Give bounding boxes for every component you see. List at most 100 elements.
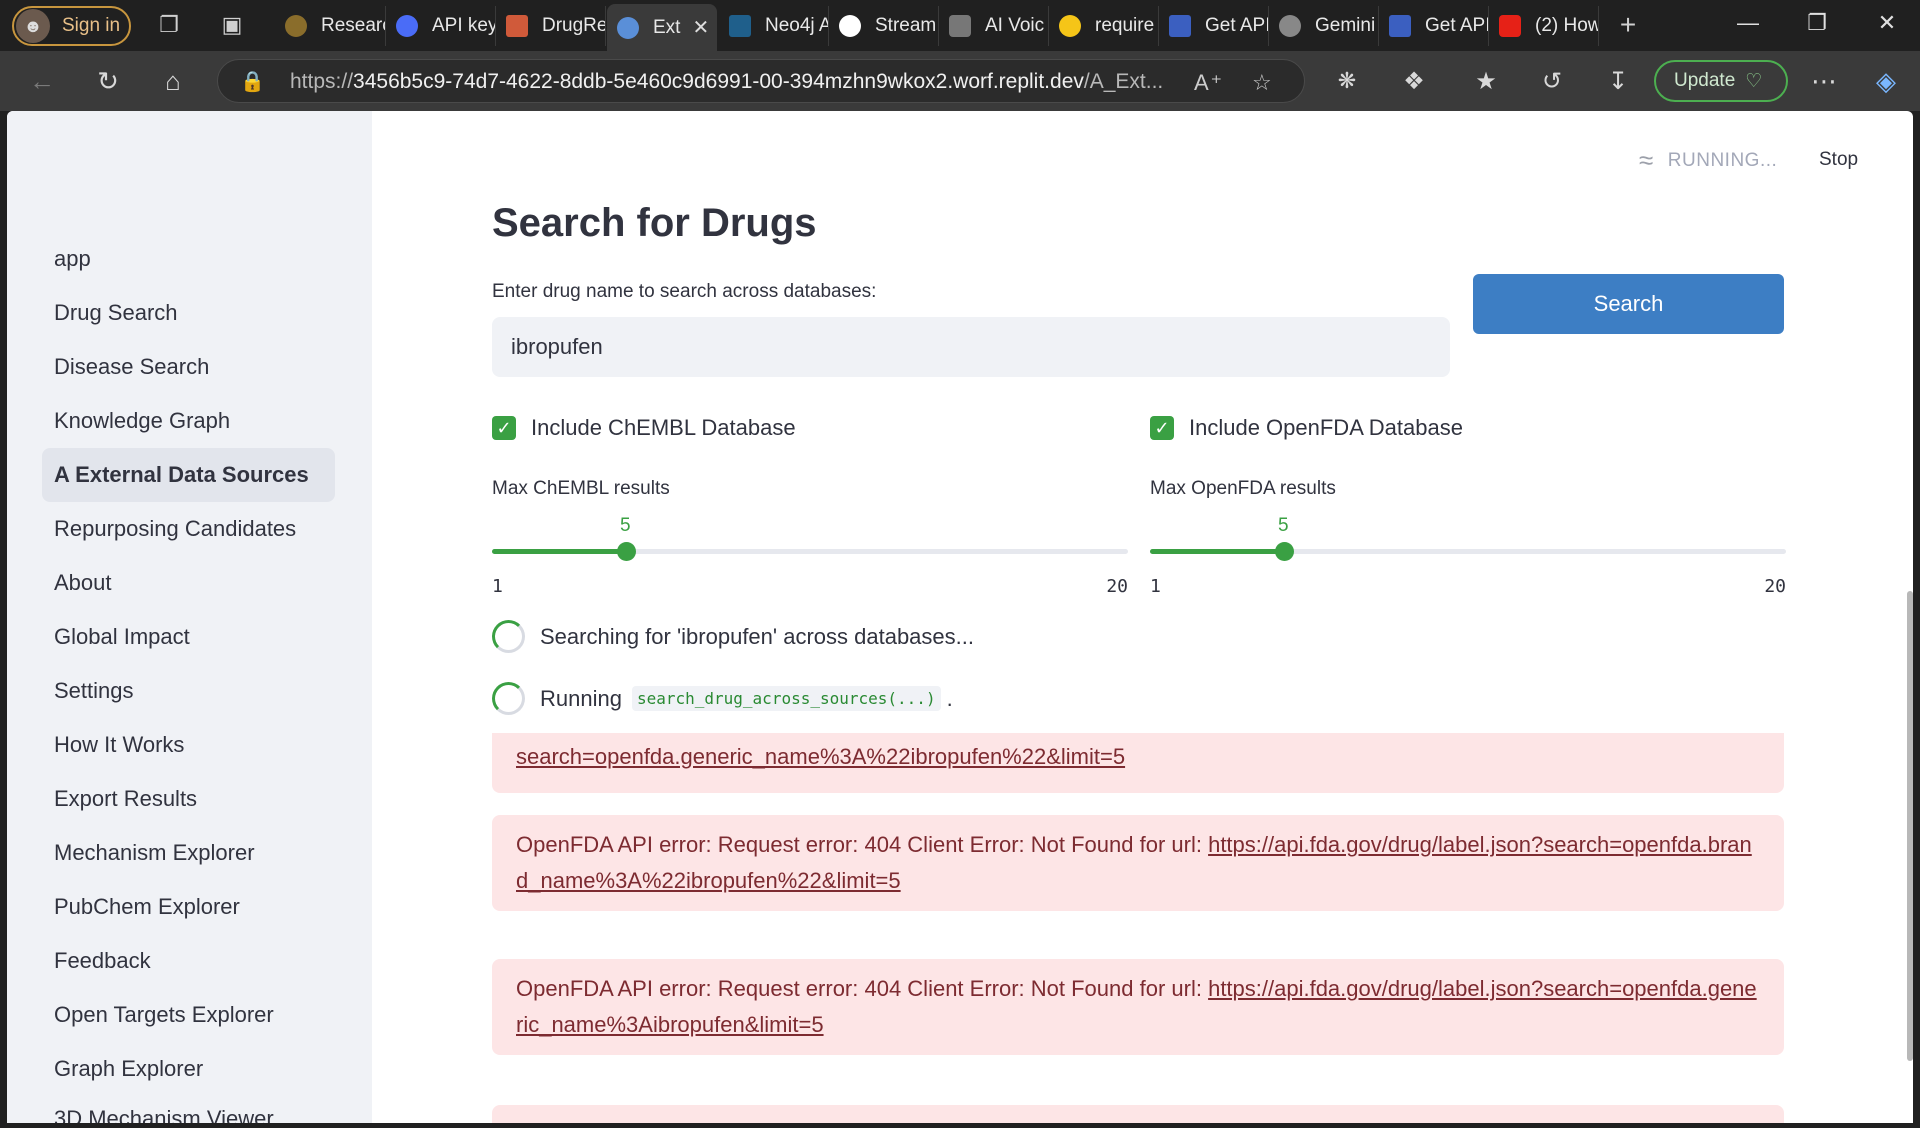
browser-tab[interactable]: API key <box>386 6 496 46</box>
swimmer-icon: ≈ <box>1639 145 1654 175</box>
running-status: ≈ RUNNING... <box>1639 145 1777 176</box>
sidebar-item-how-it-works[interactable]: How It Works <box>42 718 335 772</box>
tab-favicon-icon <box>396 15 418 37</box>
favorite-star-icon[interactable]: ☆ <box>1252 70 1272 96</box>
update-button[interactable]: Update ♡ <box>1654 60 1788 102</box>
browser-tab[interactable]: (2) How <box>1489 6 1599 46</box>
lock-icon: 🔒 <box>240 71 265 93</box>
page-title: Search for Drugs <box>492 201 817 245</box>
chembl-checkbox[interactable]: ✓ Include ChEMBL Database <box>492 415 796 441</box>
sidebar-item-settings[interactable]: Settings <box>42 664 335 718</box>
address-bar[interactable]: 🔒 https://3456b5c9-74d7-4622-8ddb-5e460c… <box>217 59 1305 103</box>
sidebar-item-open-targets-explorer[interactable]: Open Targets Explorer <box>42 988 335 1042</box>
drug-search-input[interactable] <box>492 317 1450 377</box>
sidebar-item-feedback[interactable]: Feedback <box>42 934 335 988</box>
more-menu-icon[interactable]: ⋯ <box>1808 65 1840 97</box>
running-label: RUNNING... <box>1667 149 1778 171</box>
slider-fill <box>492 549 626 554</box>
sign-in-button[interactable]: ☻ Sign in <box>12 6 131 46</box>
copilot-icon[interactable]: ◈ <box>1870 65 1902 97</box>
running-suffix: . <box>946 685 953 711</box>
app-viewport: app Drug Search Disease Search Knowledge… <box>7 111 1913 1123</box>
close-tab-icon[interactable]: ✕ <box>692 15 709 40</box>
sidebar-item-repurposing-candidates[interactable]: Repurposing Candidates <box>42 502 335 556</box>
browser-tab[interactable]: Get API <box>1159 6 1269 46</box>
sidebar: app Drug Search Disease Search Knowledge… <box>7 111 372 1123</box>
tab-favicon-icon <box>949 15 971 37</box>
close-window-icon[interactable]: ✕ <box>1872 10 1902 36</box>
openfda-checkbox[interactable]: ✓ Include OpenFDA Database <box>1150 415 1463 441</box>
chembl-slider-label: Max ChEMBL results <box>492 478 670 499</box>
sidebar-item-export-results[interactable]: Export Results <box>42 772 335 826</box>
openfda-slider[interactable]: 5 1 20 <box>1150 507 1786 597</box>
browser-tab[interactable]: AI Voic <box>939 6 1049 46</box>
copilot-extension-icon[interactable]: ❋ <box>1331 65 1363 97</box>
tab-actions-icon[interactable]: ▣ <box>219 12 245 38</box>
tab-favicon-icon <box>1279 15 1301 37</box>
chembl-checkbox-label: Include ChEMBL Database <box>531 415 796 440</box>
sidebar-item-about[interactable]: About <box>42 556 335 610</box>
searching-status: Searching for 'ibropufen' across databas… <box>492 620 974 653</box>
browser-tab[interactable]: Neo4j A <box>719 6 829 46</box>
error-message: OpenFDA API error: Request error: 404 Cl… <box>516 976 1209 1001</box>
error-url-link[interactable]: search=openfda.generic_name%3A%22ibropuf… <box>516 744 1125 769</box>
sidebar-item-pubchem-explorer[interactable]: PubChem Explorer <box>42 880 335 934</box>
sidebar-item-global-impact[interactable]: Global Impact <box>42 610 335 664</box>
openfda-checkbox-label: Include OpenFDA Database <box>1189 415 1463 440</box>
history-icon[interactable]: ↺ <box>1536 65 1568 97</box>
tab-favicon-icon <box>1169 15 1191 37</box>
openfda-slider-label: Max OpenFDA results <box>1150 478 1336 499</box>
back-icon[interactable]: ← <box>26 65 58 97</box>
refresh-icon[interactable]: ↻ <box>92 65 124 97</box>
sidebar-item-3d-mechanism-viewer[interactable]: 3D Mechanism Viewer <box>42 1096 335 1123</box>
search-button[interactable]: Search <box>1473 274 1784 334</box>
error-alerts: search=openfda.generic_name%3A%22ibropuf… <box>492 733 1784 1123</box>
home-icon[interactable]: ⌂ <box>157 65 189 97</box>
restore-icon[interactable]: ❐ <box>1802 10 1832 36</box>
read-aloud-icon[interactable]: A ⁺ <box>1194 70 1222 96</box>
extensions-icon[interactable]: ❖ <box>1398 65 1430 97</box>
new-tab-icon[interactable]: + <box>1615 9 1641 40</box>
tab-favicon-icon <box>506 15 528 37</box>
browser-tab[interactable]: Gemini <box>1269 6 1379 46</box>
slider-thumb[interactable] <box>617 542 636 561</box>
sign-in-label: Sign in <box>62 15 121 36</box>
minimize-icon[interactable]: — <box>1733 10 1763 36</box>
sidebar-item-app[interactable]: app <box>42 232 335 286</box>
browser-toolbar: ← ↻ ⌂ 🔒 https://3456b5c9-74d7-4622-8ddb-… <box>0 51 1920 111</box>
browser-tab[interactable]: DrugRe <box>496 6 606 46</box>
checkmark-icon: ✓ <box>1150 416 1174 440</box>
sidebar-item-graph-explorer[interactable]: Graph Explorer <box>42 1042 335 1096</box>
browser-tab[interactable]: Get API <box>1379 6 1489 46</box>
favorites-icon[interactable]: ★ <box>1470 65 1502 97</box>
browser-tab[interactable]: require <box>1049 6 1159 46</box>
sidebar-item-drug-search[interactable]: Drug Search <box>42 286 335 340</box>
tab-favicon-icon <box>1059 15 1081 37</box>
sidebar-item-knowledge-graph[interactable]: Knowledge Graph <box>42 394 335 448</box>
sidebar-item-mechanism-explorer[interactable]: Mechanism Explorer <box>42 826 335 880</box>
stop-button[interactable]: Stop <box>1819 149 1858 171</box>
error-alert <box>492 1105 1784 1123</box>
url-text: https://3456b5c9-74d7-4622-8ddb-5e460c9d… <box>290 70 1164 93</box>
sidebar-item-external-data-sources[interactable]: A External Data Sources <box>42 448 335 502</box>
browser-tab[interactable]: Researc <box>275 6 386 46</box>
error-alert: OpenFDA API error: Request error: 404 Cl… <box>492 815 1784 911</box>
browser-tab-active[interactable]: Ext ✕ <box>607 4 717 51</box>
slider-fill <box>1150 549 1284 554</box>
chembl-slider[interactable]: 5 1 20 <box>492 507 1128 597</box>
workspaces-icon[interactable]: ❐ <box>156 12 182 38</box>
sidebar-nav: app Drug Search Disease Search Knowledge… <box>42 232 335 1123</box>
downloads-icon[interactable]: ↧ <box>1602 65 1634 97</box>
update-label: Update <box>1674 70 1736 91</box>
slider-value: 5 <box>620 515 631 536</box>
profile-avatar-icon: ☻ <box>16 9 50 43</box>
page-scrollbar[interactable] <box>1907 591 1913 1061</box>
slider-min: 1 <box>492 576 503 597</box>
sidebar-item-disease-search[interactable]: Disease Search <box>42 340 335 394</box>
globe-icon <box>617 16 639 39</box>
slider-min: 1 <box>1150 576 1161 597</box>
tab-favicon-icon <box>1389 15 1411 37</box>
browser-tab[interactable]: Stream <box>829 6 939 46</box>
slider-max: 20 <box>1764 576 1786 597</box>
slider-thumb[interactable] <box>1275 542 1294 561</box>
